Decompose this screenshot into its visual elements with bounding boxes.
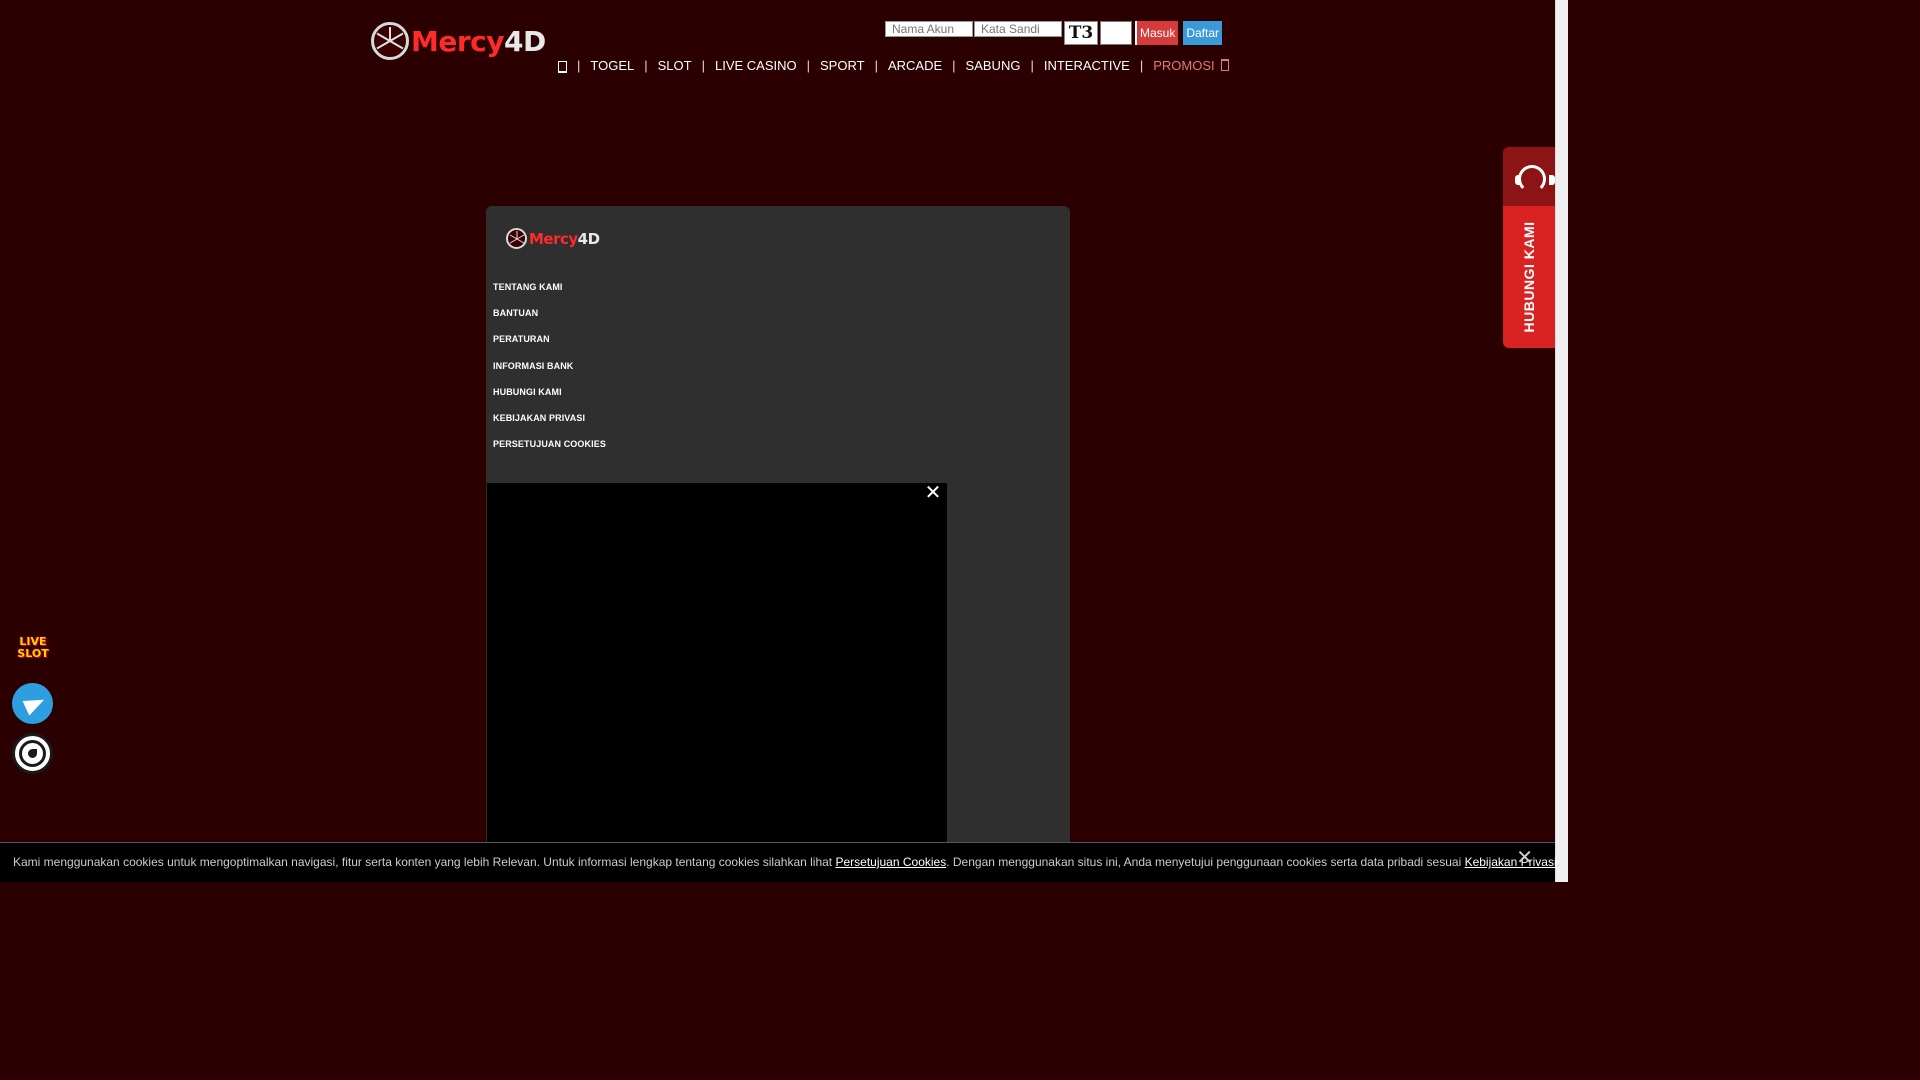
contact-widget-header xyxy=(1503,147,1555,206)
nav-item-promosi[interactable]: PROMOSI xyxy=(1153,58,1214,73)
nav-item-arcade[interactable]: ARCADE xyxy=(888,58,942,73)
live-slot-button[interactable]: LIVE SLOT xyxy=(13,636,53,670)
nav-item-slot[interactable]: SLOT xyxy=(658,58,692,73)
panel-logo-text: Mercy4D xyxy=(529,229,600,248)
footer-menu: TENTANG KAMI BANTUAN PERATURAN INFORMASI… xyxy=(493,280,606,463)
username-input[interactable] xyxy=(885,21,973,37)
site-logo[interactable]: Mercy4D xyxy=(371,20,549,62)
headset-icon xyxy=(1515,164,1555,193)
password-input[interactable] xyxy=(974,21,1062,37)
footer-link-bantuan[interactable]: BANTUAN xyxy=(493,306,606,332)
captcha-image: T3 xyxy=(1064,21,1098,45)
video-popup[interactable]: ✕ xyxy=(487,481,947,882)
page-scrollbar[interactable] xyxy=(1555,0,1568,882)
gift-icon xyxy=(1220,59,1229,71)
cookie-banner: Kami menggunakan cookies untuk mengoptim… xyxy=(0,842,1560,882)
panel-logo[interactable]: Mercy4D xyxy=(506,228,600,249)
footer-panel: Mercy4D TENTANG KAMI BANTUAN PERATURAN I… xyxy=(486,206,1070,882)
footer-link-tentang-kami[interactable]: TENTANG KAMI xyxy=(493,280,606,306)
main-nav: | TOGEL | SLOT | LIVE CASINO | SPORT | A… xyxy=(553,57,1229,73)
close-icon[interactable]: ✕ xyxy=(921,481,945,505)
privacy-policy-link[interactable]: Kebijakan Privasi xyxy=(1465,855,1557,869)
nav-item-live-casino[interactable]: LIVE CASINO xyxy=(715,58,797,73)
contact-widget[interactable]: HUBUNGI KAMI xyxy=(1503,147,1555,348)
nav-item-sport[interactable]: SPORT xyxy=(820,58,865,73)
nav-item-togel[interactable]: TOGEL xyxy=(590,58,634,73)
nav-item-sabung[interactable]: SABUNG xyxy=(966,58,1021,73)
captcha-input[interactable] xyxy=(1100,21,1132,45)
contact-widget-label: HUBUNGI KAMI xyxy=(1521,221,1537,333)
footer-link-kebijakan-privasi[interactable]: KEBIJAKAN PRIVASI xyxy=(493,411,606,437)
nav-item-interactive[interactable]: INTERACTIVE xyxy=(1044,58,1130,73)
whatsapp-icon xyxy=(19,740,46,767)
login-bar: T3 Masuk Daftar xyxy=(885,21,1223,45)
home-icon[interactable] xyxy=(557,59,567,73)
footer-link-hubungi-kami[interactable]: HUBUNGI KAMI xyxy=(493,385,606,411)
close-icon[interactable]: ✕ xyxy=(1516,845,1533,870)
whatsapp-button[interactable] xyxy=(12,733,53,774)
footer-link-peraturan[interactable]: PERATURAN xyxy=(493,332,606,358)
telegram-icon xyxy=(22,692,47,715)
footer-link-persetujuan-cookies[interactable]: PERSETUJUAN COOKIES xyxy=(493,437,606,463)
footer-link-informasi-bank[interactable]: INFORMASI BANK xyxy=(493,359,606,385)
logo-text: Mercy4D xyxy=(411,24,546,58)
login-button[interactable]: Masuk xyxy=(1135,21,1179,45)
mercedes-star-icon xyxy=(506,228,527,249)
register-button[interactable]: Daftar xyxy=(1183,21,1223,45)
telegram-button[interactable] xyxy=(12,683,53,724)
mercedes-star-icon xyxy=(371,22,409,60)
cookie-consent-link[interactable]: Persetujuan Cookies xyxy=(835,855,946,869)
